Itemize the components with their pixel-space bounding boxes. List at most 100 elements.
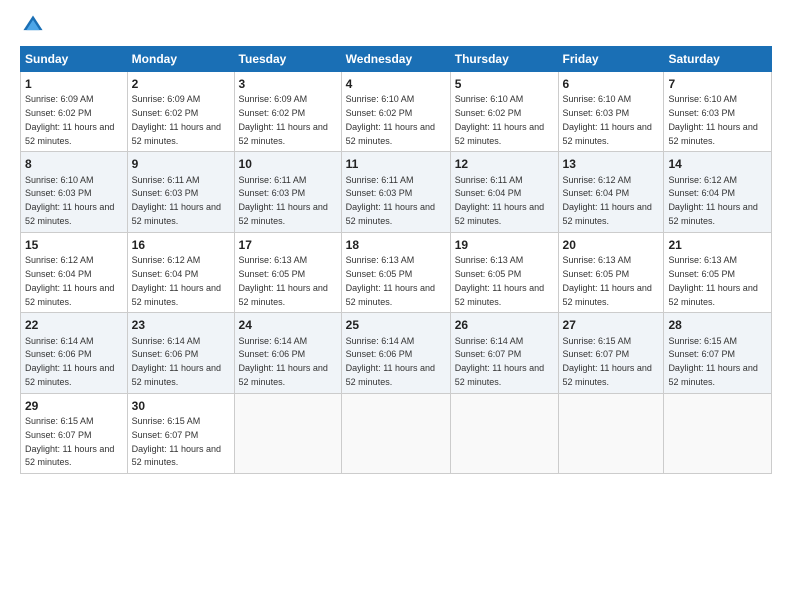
- day-number: 29: [25, 398, 123, 414]
- day-info: Sunrise: 6:14 AMSunset: 6:06 PMDaylight:…: [132, 336, 221, 387]
- day-number: 26: [455, 317, 554, 333]
- calendar-cell: 2 Sunrise: 6:09 AMSunset: 6:02 PMDaylight…: [127, 72, 234, 152]
- day-info: Sunrise: 6:12 AMSunset: 6:04 PMDaylight:…: [25, 255, 114, 306]
- calendar-cell: 3 Sunrise: 6:09 AMSunset: 6:02 PMDaylight…: [234, 72, 341, 152]
- column-header-thursday: Thursday: [450, 47, 558, 72]
- day-info: Sunrise: 6:13 AMSunset: 6:05 PMDaylight:…: [455, 255, 544, 306]
- day-number: 15: [25, 237, 123, 253]
- day-number: 6: [563, 76, 660, 92]
- calendar-cell: 8 Sunrise: 6:10 AMSunset: 6:03 PMDaylight…: [21, 152, 128, 232]
- column-header-saturday: Saturday: [664, 47, 772, 72]
- calendar-cell: 18Sunrise: 6:13 AMSunset: 6:05 PMDayligh…: [341, 232, 450, 312]
- day-info: Sunrise: 6:15 AMSunset: 6:07 PMDaylight:…: [132, 416, 221, 467]
- calendar-cell: 19 Sunrise: 6:13 AMSunset: 6:05 PMDayligh…: [450, 232, 558, 312]
- page: SundayMondayTuesdayWednesdayThursdayFrid…: [0, 0, 792, 612]
- day-number: 27: [563, 317, 660, 333]
- day-info: Sunrise: 6:12 AMSunset: 6:04 PMDaylight:…: [563, 175, 652, 226]
- calendar-week-row: 1 Sunrise: 6:09 AMSunset: 6:02 PMDaylight…: [21, 72, 772, 152]
- day-info: Sunrise: 6:15 AMSunset: 6:07 PMDaylight:…: [563, 336, 652, 387]
- calendar-cell: 30Sunrise: 6:15 AMSunset: 6:07 PMDayligh…: [127, 393, 234, 473]
- day-info: Sunrise: 6:10 AMSunset: 6:03 PMDaylight:…: [563, 94, 652, 145]
- day-number: 14: [668, 156, 767, 172]
- day-info: Sunrise: 6:14 AMSunset: 6:06 PMDaylight:…: [346, 336, 435, 387]
- day-number: 12: [455, 156, 554, 172]
- day-number: 16: [132, 237, 230, 253]
- calendar-week-row: 15 Sunrise: 6:12 AMSunset: 6:04 PMDayligh…: [21, 232, 772, 312]
- calendar-cell: 16 Sunrise: 6:12 AMSunset: 6:04 PMDayligh…: [127, 232, 234, 312]
- day-number: 20: [563, 237, 660, 253]
- column-header-sunday: Sunday: [21, 47, 128, 72]
- calendar-cell: 15 Sunrise: 6:12 AMSunset: 6:04 PMDayligh…: [21, 232, 128, 312]
- day-info: Sunrise: 6:11 AMSunset: 6:03 PMDaylight:…: [132, 175, 221, 226]
- day-info: Sunrise: 6:09 AMSunset: 6:02 PMDaylight:…: [25, 94, 114, 145]
- calendar-cell: 7 Sunrise: 6:10 AMSunset: 6:03 PMDaylight…: [664, 72, 772, 152]
- day-info: Sunrise: 6:14 AMSunset: 6:06 PMDaylight:…: [239, 336, 328, 387]
- column-header-monday: Monday: [127, 47, 234, 72]
- calendar-cell: 25 Sunrise: 6:14 AMSunset: 6:06 PMDayligh…: [341, 313, 450, 393]
- calendar-cell: 17 Sunrise: 6:13 AMSunset: 6:05 PMDayligh…: [234, 232, 341, 312]
- day-info: Sunrise: 6:13 AMSunset: 6:05 PMDaylight:…: [668, 255, 757, 306]
- calendar-cell: 10 Sunrise: 6:11 AMSunset: 6:03 PMDayligh…: [234, 152, 341, 232]
- day-info: Sunrise: 6:10 AMSunset: 6:02 PMDaylight:…: [346, 94, 435, 145]
- column-header-tuesday: Tuesday: [234, 47, 341, 72]
- calendar-cell: 9 Sunrise: 6:11 AMSunset: 6:03 PMDaylight…: [127, 152, 234, 232]
- calendar-cell: 22 Sunrise: 6:14 AMSunset: 6:06 PMDayligh…: [21, 313, 128, 393]
- day-info: Sunrise: 6:10 AMSunset: 6:02 PMDaylight:…: [455, 94, 544, 145]
- calendar-cell: 26 Sunrise: 6:14 AMSunset: 6:07 PMDayligh…: [450, 313, 558, 393]
- day-info: Sunrise: 6:12 AMSunset: 6:04 PMDaylight:…: [132, 255, 221, 306]
- day-number: 21: [668, 237, 767, 253]
- calendar-cell: [664, 393, 772, 473]
- day-number: 2: [132, 76, 230, 92]
- day-number: 9: [132, 156, 230, 172]
- day-number: 24: [239, 317, 337, 333]
- calendar-header-row: SundayMondayTuesdayWednesdayThursdayFrid…: [21, 47, 772, 72]
- logo: [20, 18, 46, 36]
- calendar-cell: 20 Sunrise: 6:13 AMSunset: 6:05 PMDayligh…: [558, 232, 664, 312]
- day-number: 1: [25, 76, 123, 92]
- day-number: 10: [239, 156, 337, 172]
- day-info: Sunrise: 6:12 AMSunset: 6:04 PMDaylight:…: [668, 175, 757, 226]
- day-number: 23: [132, 317, 230, 333]
- day-number: 22: [25, 317, 123, 333]
- calendar-week-row: 22 Sunrise: 6:14 AMSunset: 6:06 PMDayligh…: [21, 313, 772, 393]
- day-info: Sunrise: 6:14 AMSunset: 6:07 PMDaylight:…: [455, 336, 544, 387]
- calendar-table: SundayMondayTuesdayWednesdayThursdayFrid…: [20, 46, 772, 474]
- day-number: 11: [346, 156, 446, 172]
- day-info: Sunrise: 6:11 AMSunset: 6:04 PMDaylight:…: [455, 175, 544, 226]
- calendar-week-row: 8 Sunrise: 6:10 AMSunset: 6:03 PMDaylight…: [21, 152, 772, 232]
- day-number: 13: [563, 156, 660, 172]
- day-number: 8: [25, 156, 123, 172]
- calendar-cell: [341, 393, 450, 473]
- day-number: 5: [455, 76, 554, 92]
- column-header-wednesday: Wednesday: [341, 47, 450, 72]
- day-number: 25: [346, 317, 446, 333]
- header: [20, 18, 772, 36]
- day-info: Sunrise: 6:11 AMSunset: 6:03 PMDaylight:…: [239, 175, 328, 226]
- day-number: 4: [346, 76, 446, 92]
- day-number: 3: [239, 76, 337, 92]
- day-number: 28: [668, 317, 767, 333]
- day-info: Sunrise: 6:14 AMSunset: 6:06 PMDaylight:…: [25, 336, 114, 387]
- calendar-cell: 6 Sunrise: 6:10 AMSunset: 6:03 PMDaylight…: [558, 72, 664, 152]
- day-number: 7: [668, 76, 767, 92]
- calendar-cell: 24 Sunrise: 6:14 AMSunset: 6:06 PMDayligh…: [234, 313, 341, 393]
- day-info: Sunrise: 6:09 AMSunset: 6:02 PMDaylight:…: [239, 94, 328, 145]
- calendar-cell: [450, 393, 558, 473]
- calendar-cell: 21 Sunrise: 6:13 AMSunset: 6:05 PMDayligh…: [664, 232, 772, 312]
- day-number: 17: [239, 237, 337, 253]
- day-info: Sunrise: 6:10 AMSunset: 6:03 PMDaylight:…: [668, 94, 757, 145]
- calendar-cell: 28Sunrise: 6:15 AMSunset: 6:07 PMDayligh…: [664, 313, 772, 393]
- day-info: Sunrise: 6:13 AMSunset: 6:05 PMDaylight:…: [239, 255, 328, 306]
- day-info: Sunrise: 6:09 AMSunset: 6:02 PMDaylight:…: [132, 94, 221, 145]
- calendar-cell: 13 Sunrise: 6:12 AMSunset: 6:04 PMDayligh…: [558, 152, 664, 232]
- day-info: Sunrise: 6:13 AMSunset: 6:05 PMDaylight:…: [563, 255, 652, 306]
- calendar-cell: [234, 393, 341, 473]
- day-info: Sunrise: 6:10 AMSunset: 6:03 PMDaylight:…: [25, 175, 114, 226]
- calendar-cell: 12 Sunrise: 6:11 AMSunset: 6:04 PMDayligh…: [450, 152, 558, 232]
- calendar-week-row: 29 Sunrise: 6:15 AMSunset: 6:07 PMDayligh…: [21, 393, 772, 473]
- calendar-cell: 5 Sunrise: 6:10 AMSunset: 6:02 PMDaylight…: [450, 72, 558, 152]
- calendar-cell: [558, 393, 664, 473]
- day-number: 19: [455, 237, 554, 253]
- logo-icon: [22, 14, 44, 36]
- calendar-cell: 4 Sunrise: 6:10 AMSunset: 6:02 PMDaylight…: [341, 72, 450, 152]
